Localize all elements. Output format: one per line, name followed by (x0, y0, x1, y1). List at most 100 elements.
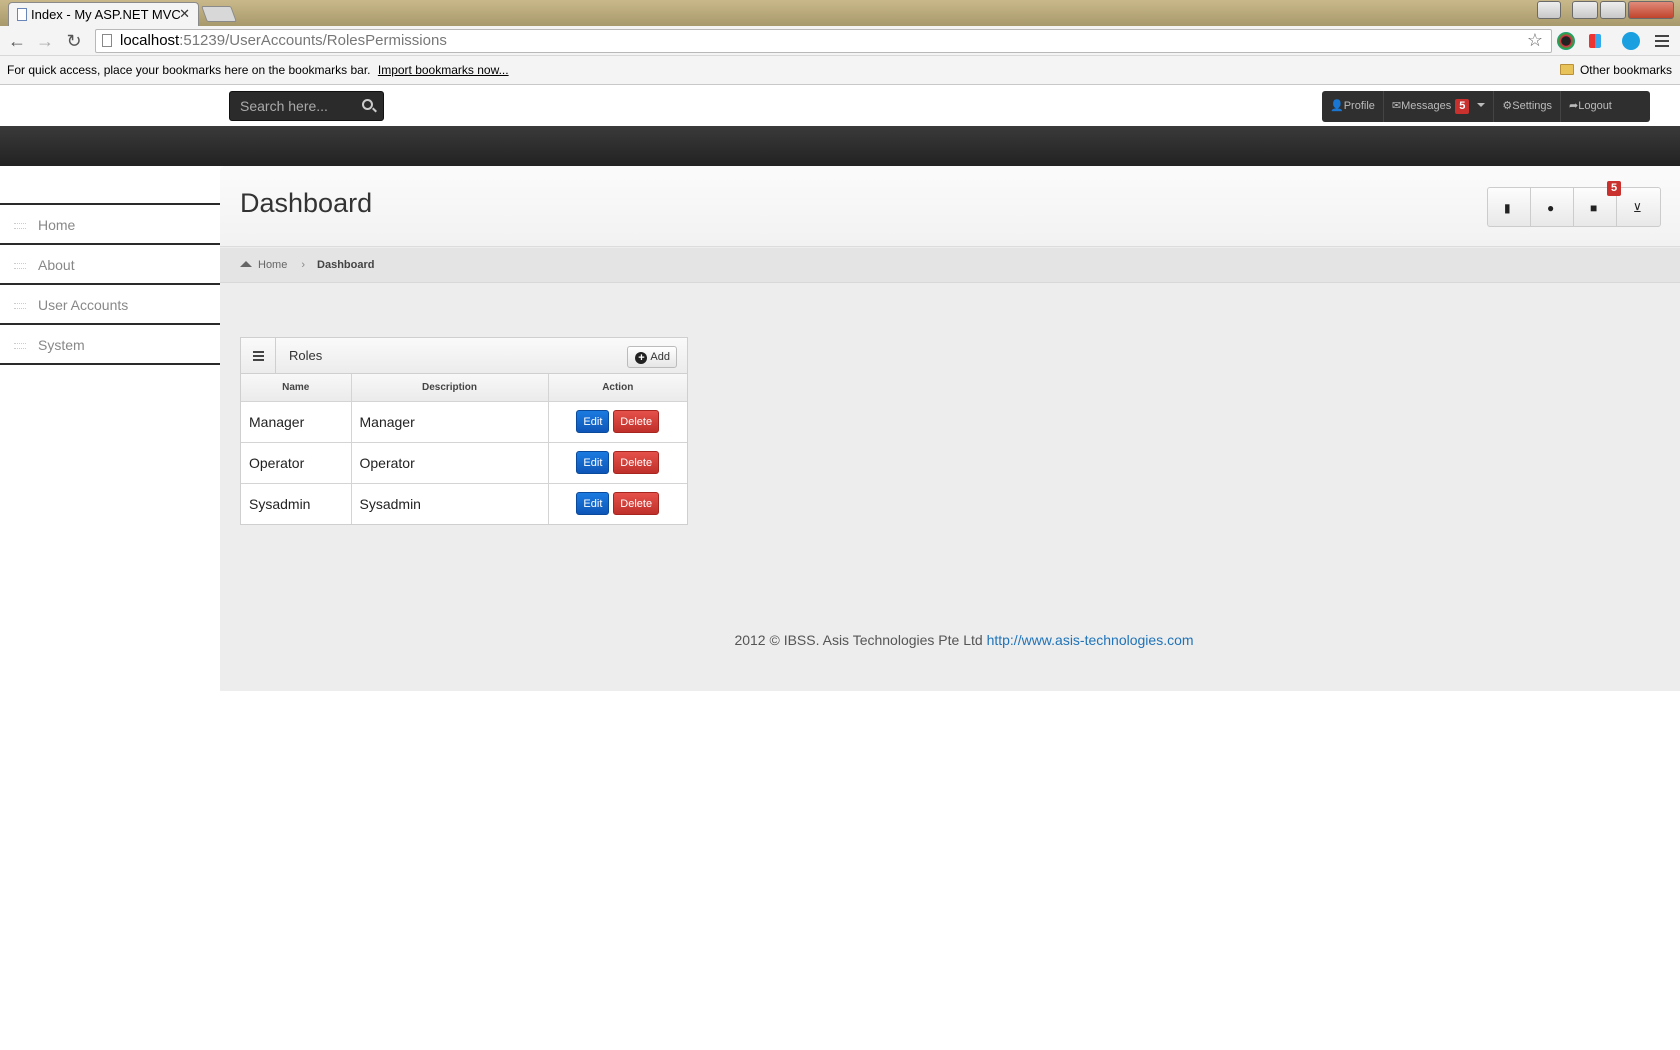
roles-table: Name Description Action Manager Manager … (241, 374, 687, 524)
cart-icon: ⊻ (1633, 201, 1642, 215)
profile-label: Profile (1343, 100, 1375, 112)
browser-tab-active[interactable]: Index - My ASP.NET MVC ✕ (8, 2, 199, 26)
user-icon: ● (1547, 201, 1555, 215)
breadcrumb-current: Dashboard (317, 259, 375, 271)
tab-title: Index - My ASP.NET MVC (31, 7, 181, 22)
logout-link[interactable]: ➦Logout (1561, 91, 1620, 122)
column-header-name[interactable]: Name (241, 374, 352, 402)
window-close-button[interactable] (1628, 1, 1674, 19)
sidebar-item-label: User Accounts (38, 297, 129, 313)
roles-widget: Roles + Add Name Description Action Manag… (240, 337, 688, 525)
user-icon: 👤 (1330, 100, 1344, 112)
url-path: :51239/UserAccounts/RolesPermissions (179, 32, 447, 49)
role-description: Manager (351, 401, 549, 443)
main-content: Dashboard ▮ ● ■ 5 ⊻ Home › Dashboard Roles … (220, 166, 1680, 691)
plus-circle-icon: + (635, 352, 648, 364)
profile-link[interactable]: 👤Profile (1322, 91, 1384, 122)
sidebar-item-system[interactable]: System (0, 325, 220, 365)
page-icon (17, 8, 27, 21)
column-header-description[interactable]: Description (351, 374, 549, 402)
search-icon[interactable] (362, 99, 373, 110)
document-icon: ▮ (1504, 201, 1511, 215)
url-host: localhost (120, 32, 180, 49)
delete-button[interactable]: Delete (613, 410, 660, 433)
background-tab[interactable] (260, 6, 390, 22)
quick-cart-button[interactable]: ⊻ (1617, 188, 1660, 226)
role-name: Manager (241, 401, 352, 443)
column-header-action: Action (548, 374, 687, 402)
browser-toolbar: ← → ↻ localhost:51239/UserAccounts/Roles… (0, 26, 1680, 56)
delete-button[interactable]: Delete (613, 451, 660, 474)
top-navbar: 👤Profile ✉Messages5 ⚙Settings ➦Logout (0, 85, 1680, 126)
quick-comments-button[interactable]: ■ 5 (1574, 181, 1622, 226)
messages-link[interactable]: ✉Messages 5 (1384, 91, 1495, 122)
forward-icon[interactable]: → (34, 30, 56, 52)
table-row: Operator Operator Edit Delete (241, 442, 687, 484)
quick-document-button[interactable]: ▮ (1488, 188, 1531, 226)
menu-icon (14, 343, 26, 349)
background-tab[interactable] (1205, 6, 1335, 22)
add-label: Add (650, 351, 670, 363)
row-actions: Edit Delete (548, 401, 687, 443)
background-tab[interactable] (420, 6, 540, 22)
roles-widget-header: Roles + Add (241, 338, 687, 374)
share-icon: ➦ (1569, 100, 1579, 112)
menu-icon (14, 263, 26, 269)
address-bar[interactable]: localhost:51239/UserAccounts/RolesPermis… (95, 29, 1552, 53)
content-header: Dashboard ▮ ● ■ 5 ⊻ (220, 166, 1680, 247)
role-name: Sysadmin (241, 483, 352, 524)
delete-button[interactable]: Delete (613, 492, 660, 516)
gear-icon: ⚙ (1502, 100, 1513, 112)
extension-color-icon[interactable] (1557, 32, 1575, 50)
comment-icon: ■ (1590, 201, 1598, 215)
new-tab-button[interactable] (201, 6, 237, 22)
breadcrumb: Home › Dashboard (220, 248, 1680, 283)
close-tab-icon[interactable]: ✕ (179, 6, 190, 22)
menu-icon (14, 223, 26, 229)
search-box (229, 91, 384, 121)
caret-down-icon[interactable] (1477, 103, 1486, 107)
menu-icon (14, 303, 26, 309)
edit-button[interactable]: Edit (576, 410, 610, 433)
edit-button[interactable]: Edit (576, 451, 610, 474)
edit-button[interactable]: Edit (576, 492, 610, 516)
bookmarks-bar: For quick access, place your bookmarks h… (0, 56, 1680, 85)
reload-icon[interactable]: ↻ (63, 30, 85, 52)
add-role-button[interactable]: + Add (627, 346, 677, 368)
sidebar-item-user-accounts[interactable]: User Accounts (0, 285, 220, 325)
bookmark-star-icon[interactable]: ☆ (1527, 29, 1543, 51)
maximize-button[interactable] (1600, 1, 1626, 19)
settings-link[interactable]: ⚙Settings (1494, 91, 1561, 122)
skype-icon[interactable] (1622, 32, 1640, 50)
messages-badge: 5 (1455, 99, 1470, 114)
breadcrumb-home[interactable]: Home (258, 259, 287, 271)
user-nav: 👤Profile ✉Messages 5 ⚙Settings ➦Logout (1322, 91, 1650, 122)
back-icon[interactable]: ← (6, 30, 28, 52)
sidebar-item-label: Home (38, 217, 76, 233)
page: 👤Profile ✉Messages5 ⚙Settings ➦Logout Ho… (0, 85, 1680, 1050)
table-header-row: Name Description Action (241, 374, 687, 402)
table-row: Sysadmin Sysadmin Edit Delete (241, 483, 687, 524)
quick-user-button[interactable]: ● (1531, 188, 1574, 226)
other-bookmarks-label: Other bookmarks (1579, 63, 1672, 77)
list-icon (241, 338, 276, 373)
search-input[interactable] (230, 92, 350, 120)
folder-icon (1559, 64, 1574, 75)
import-bookmarks-link[interactable]: Import bookmarks now... (378, 63, 509, 77)
browser-menu-icon[interactable] (1655, 32, 1669, 50)
page-title: Dashboard (240, 188, 373, 218)
roles-title: Roles (289, 348, 323, 363)
browser-tabstrip: Index - My ASP.NET MVC ✕ (0, 0, 1680, 26)
other-bookmarks[interactable]: Other bookmarks (1559, 56, 1672, 84)
header-band (0, 126, 1680, 166)
sidebar-item-about[interactable]: About (0, 245, 220, 285)
extension-flag-icon[interactable] (1589, 34, 1601, 48)
sidebar-item-label: System (38, 337, 85, 353)
footer-copyright: 2012 © IBSS. Asis Technologies Pte Ltd (734, 632, 983, 648)
minimize-button[interactable] (1572, 1, 1598, 19)
footer-link[interactable]: http://www.asis-technologies.com (987, 632, 1194, 648)
window-extra-button[interactable] (1537, 1, 1561, 19)
sidebar-item-home[interactable]: Home (0, 205, 220, 245)
role-description: Operator (351, 442, 549, 484)
home-icon (240, 261, 252, 267)
